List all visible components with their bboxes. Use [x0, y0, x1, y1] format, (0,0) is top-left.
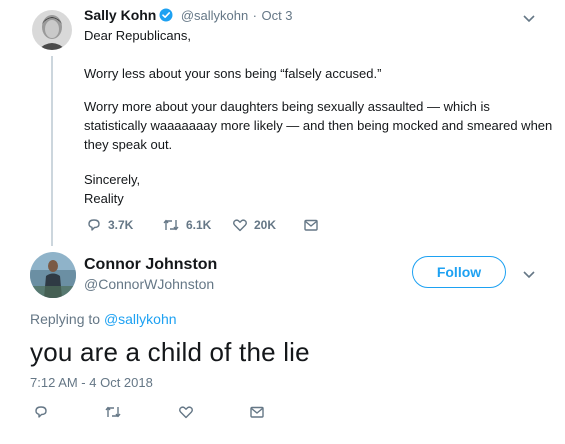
message-action[interactable] [303, 217, 319, 233]
tweet-line: they speak out. [84, 137, 173, 152]
follow-button[interactable]: Follow [412, 256, 506, 288]
avatar-sally-kohn[interactable] [32, 10, 72, 50]
retweet-icon [162, 217, 180, 233]
reply-action[interactable]: 3.7K [86, 217, 133, 233]
tweet-date[interactable]: Oct 3 [261, 8, 292, 23]
reply-author-name[interactable]: Connor Johnston [84, 256, 217, 274]
like-icon [232, 217, 248, 233]
like-action[interactable] [178, 404, 194, 420]
message-action[interactable] [249, 404, 265, 420]
reply-count: 3.7K [108, 218, 134, 232]
reply-text: you are a child of the lie [30, 337, 310, 367]
thread-connector-line [51, 56, 53, 246]
tweet-line: Dear Republicans, [84, 28, 191, 43]
avatar-connor-johnston[interactable] [30, 252, 76, 298]
header-separator: · [252, 8, 258, 23]
reply-author-handle[interactable]: @ConnorWJohnston [84, 276, 214, 292]
reply-icon [33, 404, 49, 420]
tweet-line: Sincerely, [84, 172, 141, 187]
retweet-icon [104, 404, 122, 420]
author-handle[interactable]: @sallykohn [181, 8, 248, 23]
retweet-action[interactable]: 6.1K [162, 217, 211, 233]
message-icon [249, 404, 265, 420]
author-name[interactable]: Sally Kohn [84, 7, 156, 23]
chevron-down-icon[interactable] [522, 267, 536, 285]
reply-action[interactable] [33, 404, 49, 420]
like-icon [178, 404, 194, 420]
message-icon [303, 217, 319, 233]
replying-prefix: Replying to [30, 311, 101, 327]
like-count: 20K [254, 218, 277, 232]
tweet-line: Reality [84, 191, 124, 206]
like-action[interactable]: 20K [232, 217, 276, 233]
verified-badge-icon [159, 8, 173, 27]
retweet-action[interactable] [104, 404, 122, 420]
retweet-count: 6.1K [186, 218, 212, 232]
replying-to-link[interactable]: @sallykohn [104, 311, 177, 327]
reply-timestamp[interactable]: 7:12 AM - 4 Oct 2018 [30, 375, 153, 390]
tweet-line: Worry less about your sons being “falsel… [84, 66, 382, 81]
reply-icon [86, 217, 102, 233]
tweet-line: statistically waaaaaaay more likely — an… [84, 118, 553, 133]
tweet-line: Worry more about your daughters being se… [84, 99, 490, 114]
tweet-header: Sally Kohn @sallykohn · Oct 3 [84, 7, 293, 27]
chevron-down-icon[interactable] [522, 11, 536, 29]
replying-to-line: Replying to @sallykohn [30, 311, 177, 327]
